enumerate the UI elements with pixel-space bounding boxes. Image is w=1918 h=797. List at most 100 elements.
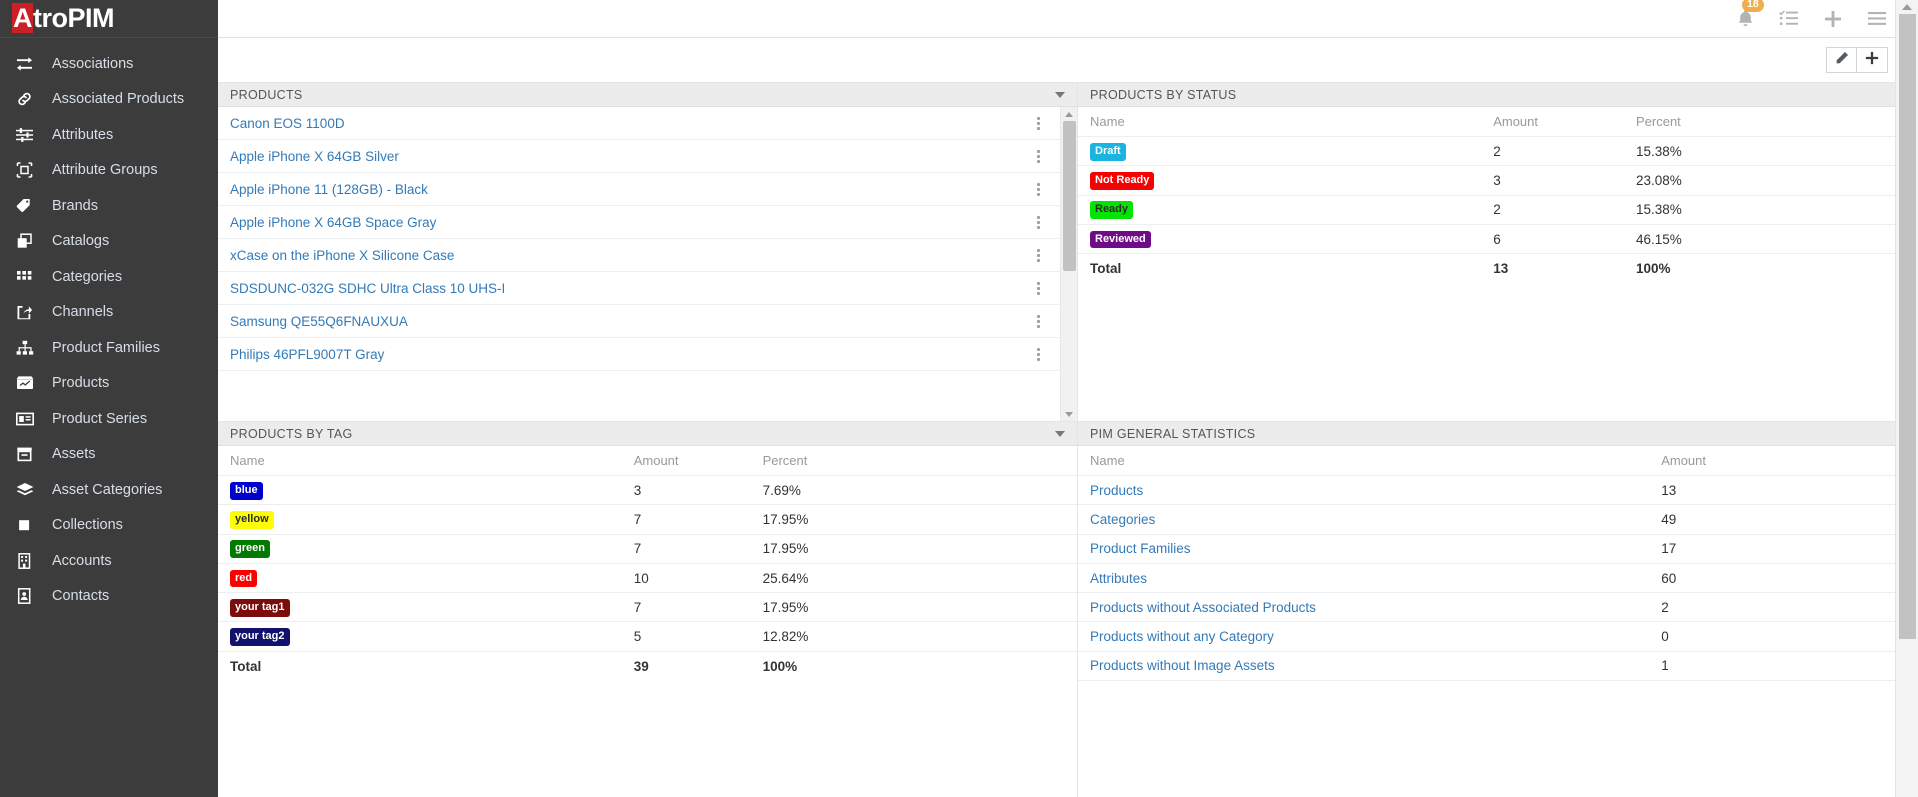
table-row: Reviewed 6 46.15% — [1078, 224, 1918, 253]
row-menu-icon[interactable] — [1033, 114, 1044, 133]
table-header-row: Name Amount Percent — [1078, 107, 1918, 137]
row-menu-icon[interactable] — [1033, 213, 1044, 232]
row-menu-icon[interactable] — [1033, 246, 1044, 265]
stat-link[interactable]: Product Families — [1090, 541, 1191, 556]
sidebar-item-label: Attribute Groups — [52, 162, 158, 178]
panel-products-by-tag: PRODUCTS BY TAG Name Amount Percent — [218, 421, 1078, 797]
stat-link[interactable]: Products — [1090, 483, 1143, 498]
notification-badge: 18 — [1742, 0, 1764, 12]
stat-link[interactable]: Products without Associated Products — [1090, 600, 1316, 615]
add-dashlet-button[interactable] — [1857, 47, 1888, 73]
sidebar-item-associated-products[interactable]: Associated Products — [0, 82, 218, 118]
tasks-icon[interactable] — [1778, 7, 1800, 31]
plus-icon[interactable] — [1822, 7, 1844, 31]
sidebar-item-accounts[interactable]: Accounts — [0, 543, 218, 579]
grid-icon — [16, 269, 40, 285]
cell-amount: 2 — [1481, 195, 1624, 224]
app-logo-text: AtroPIM — [12, 5, 114, 32]
sidebar-item-asset-categories[interactable]: Asset Categories — [0, 472, 218, 508]
hamburger-icon[interactable] — [1866, 7, 1888, 31]
sidebar-item-label: Brands — [52, 198, 98, 214]
sidebar-item-catalogs[interactable]: Catalogs — [0, 224, 218, 260]
product-link[interactable]: Apple iPhone X 64GB Silver — [230, 149, 399, 164]
sidebar-item-products[interactable]: Products — [0, 366, 218, 402]
scroll-up-arrow-icon[interactable] — [1896, 0, 1918, 14]
panel-title: PIM GENERAL STATISTICS — [1090, 427, 1255, 441]
sidebar-nav: Associations Associated Products Attribu… — [0, 38, 218, 614]
product-link[interactable]: Philips 46PFL9007T Gray — [230, 347, 384, 362]
status-badge: Ready — [1090, 201, 1133, 219]
sidebar-item-associations[interactable]: Associations — [0, 46, 218, 82]
address-book-icon — [16, 588, 40, 604]
row-menu-icon[interactable] — [1033, 312, 1044, 331]
status-badge: Draft — [1090, 143, 1126, 161]
sidebar: AtroPIM Associations Associated Products… — [0, 0, 218, 797]
sidebar-item-contacts[interactable]: Contacts — [0, 579, 218, 615]
list-item[interactable]: Samsung QE55Q6FNAUXUA — [218, 305, 1060, 338]
cell-percent: 23.08% — [1624, 166, 1918, 195]
table-header-row: Name Amount — [1078, 446, 1918, 476]
archive-icon — [16, 446, 40, 462]
product-link[interactable]: SDSDUNC-032G SDHC Ultra Class 10 UHS-I — [230, 281, 505, 296]
panel-products-by-status: PRODUCTS BY STATUS Name Amount Percent — [1078, 82, 1918, 421]
panel-products-by-tag-body: Name Amount Percent blue 3 7.69% yellow — [218, 446, 1077, 797]
cell-total-amount: 39 — [622, 651, 751, 680]
list-item[interactable]: Philips 46PFL9007T Gray — [218, 338, 1060, 371]
sidebar-item-brands[interactable]: Brands — [0, 188, 218, 224]
group-frame-icon — [16, 162, 40, 178]
sidebar-item-product-families[interactable]: Product Families — [0, 330, 218, 366]
pencil-icon — [1835, 51, 1849, 70]
scroll-down-arrow-icon[interactable] — [1061, 407, 1077, 421]
scrollbar-track[interactable] — [1061, 121, 1077, 407]
stat-link[interactable]: Categories — [1090, 512, 1155, 527]
app-logo[interactable]: AtroPIM — [0, 0, 218, 38]
sidebar-item-assets[interactable]: Assets — [0, 437, 218, 473]
cell-percent: 17.95% — [751, 534, 1077, 563]
sidebar-item-product-series[interactable]: Product Series — [0, 401, 218, 437]
cell-total-label: Total — [218, 651, 622, 680]
sidebar-item-collections[interactable]: Collections — [0, 508, 218, 544]
stat-link[interactable]: Attributes — [1090, 571, 1147, 586]
product-link[interactable]: Canon EOS 1100D — [230, 116, 345, 131]
table-header-row: Name Amount Percent — [218, 446, 1077, 476]
panel-products-by-tag-header: PRODUCTS BY TAG — [218, 422, 1077, 446]
chevron-down-icon[interactable] — [1055, 92, 1065, 98]
row-menu-icon[interactable] — [1033, 345, 1044, 364]
chevron-down-icon[interactable] — [1055, 431, 1065, 437]
edit-dashboard-button[interactable] — [1826, 47, 1857, 73]
browser-scrollbar-thumb[interactable] — [1899, 14, 1916, 639]
list-item[interactable]: Apple iPhone X 64GB Space Gray — [218, 206, 1060, 239]
list-item[interactable]: Apple iPhone 11 (128GB) - Black — [218, 173, 1060, 206]
scroll-up-arrow-icon[interactable] — [1061, 107, 1077, 121]
bell-icon[interactable]: 18 — [1734, 7, 1756, 31]
product-link[interactable]: Apple iPhone X 64GB Space Gray — [230, 215, 436, 230]
products-scrollbar[interactable] — [1060, 107, 1077, 421]
row-menu-icon[interactable] — [1033, 180, 1044, 199]
link-icon — [16, 91, 40, 107]
list-item[interactable]: Canon EOS 1100D — [218, 107, 1060, 140]
row-menu-icon[interactable] — [1033, 147, 1044, 166]
row-menu-icon[interactable] — [1033, 279, 1044, 298]
panel-products-header: PRODUCTS — [218, 83, 1077, 107]
plus-icon — [1865, 51, 1879, 70]
cell-amount: 6 — [1481, 224, 1624, 253]
sidebar-item-attribute-groups[interactable]: Attribute Groups — [0, 153, 218, 189]
cell-amount: 10 — [622, 563, 751, 592]
sidebar-item-attributes[interactable]: Attributes — [0, 117, 218, 153]
product-link[interactable]: xCase on the iPhone X Silicone Case — [230, 248, 454, 263]
list-item[interactable]: xCase on the iPhone X Silicone Case — [218, 239, 1060, 272]
cell-amount: 7 — [622, 593, 751, 622]
browser-scrollbar[interactable] — [1895, 0, 1918, 797]
product-link[interactable]: Samsung QE55Q6FNAUXUA — [230, 314, 408, 329]
product-link[interactable]: Apple iPhone 11 (128GB) - Black — [230, 182, 428, 197]
stat-link[interactable]: Products without any Category — [1090, 629, 1274, 644]
sidebar-item-categories[interactable]: Categories — [0, 259, 218, 295]
stat-link[interactable]: Products without Image Assets — [1090, 658, 1275, 673]
sidebar-item-channels[interactable]: Channels — [0, 295, 218, 331]
panel-pim-general-statistics-header: PIM GENERAL STATISTICS — [1078, 422, 1918, 446]
list-item[interactable]: Apple iPhone X 64GB Silver — [218, 140, 1060, 173]
list-item[interactable]: SDSDUNC-032G SDHC Ultra Class 10 UHS-I — [218, 272, 1060, 305]
cell-amount: 60 — [1649, 563, 1918, 592]
scrollbar-thumb[interactable] — [1063, 121, 1076, 271]
cell-percent: 46.15% — [1624, 224, 1918, 253]
